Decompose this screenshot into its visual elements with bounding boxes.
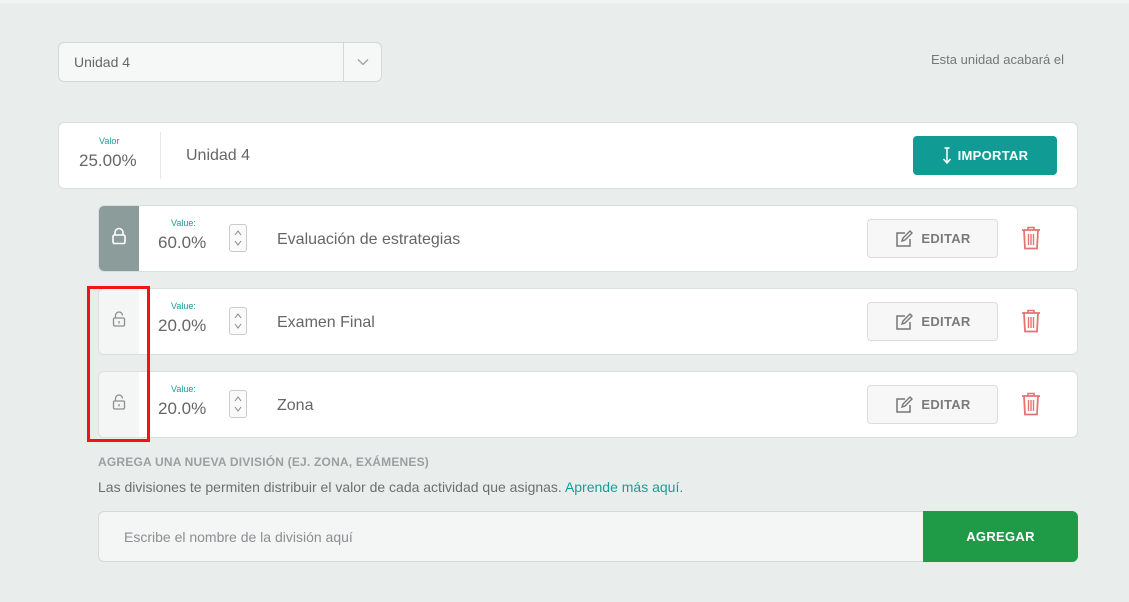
stepper-arrows-icon	[234, 313, 242, 329]
lock-closed-icon	[111, 227, 127, 250]
stepper-arrows-icon	[234, 230, 242, 246]
unit-select[interactable]: Unidad 4	[58, 42, 382, 82]
stepper-arrows-icon	[234, 396, 242, 412]
division-lock-toggle[interactable]	[99, 206, 139, 271]
add-division-button[interactable]: AGREGAR	[923, 511, 1078, 562]
edit-button-label: EDITAR	[921, 397, 971, 412]
edit-button[interactable]: EDITAR	[867, 219, 998, 258]
division-value: 20.0%	[158, 316, 207, 335]
division-row-examen-final: Value: 20.0% Examen Final EDITAR	[98, 288, 1078, 355]
trash-icon[interactable]	[1021, 392, 1041, 421]
division-value: 60.0%	[158, 233, 207, 252]
division-name: Zona	[277, 397, 314, 414]
import-button-label: IMPORTAR	[957, 148, 1029, 163]
division-value-label: Value:	[171, 384, 196, 394]
trash-icon[interactable]	[1021, 226, 1041, 255]
unit-card: Valor 25.00% Unidad 4 IMPORTAR	[58, 122, 1078, 189]
import-button[interactable]: IMPORTAR	[913, 136, 1057, 175]
division-lock-toggle[interactable]	[99, 372, 139, 437]
unit-value: 25.00%	[79, 151, 137, 170]
division-value-label: Value:	[171, 218, 196, 228]
learn-more-link[interactable]: Aprende más aquí.	[565, 479, 683, 495]
pencil-square-icon	[894, 312, 914, 331]
new-division-title: AGREGA UNA NUEVA DIVISIÓN (EJ. ZONA, EXÁ…	[98, 455, 430, 469]
division-lock-toggle[interactable]	[99, 289, 139, 354]
new-division-input[interactable]	[98, 511, 924, 562]
unit-value-divider	[160, 132, 161, 179]
lock-open-icon	[111, 310, 127, 333]
import-arrow-icon	[942, 146, 952, 165]
division-value-label: Value:	[171, 301, 196, 311]
unit-value-label: Valor	[99, 136, 120, 146]
new-division-description-text: Las divisiones te permiten distribuir el…	[98, 479, 562, 495]
division-row-zona: Value: 20.0% Zona EDITAR	[98, 371, 1078, 438]
new-division-description: Las divisiones te permiten distribuir el…	[98, 479, 683, 495]
pencil-square-icon	[894, 229, 914, 248]
unit-select-value: Unidad 4	[74, 54, 131, 70]
division-value: 20.0%	[158, 399, 207, 418]
division-name: Evaluación de estrategias	[277, 231, 461, 248]
top-divider	[0, 0, 1129, 3]
pencil-square-icon	[894, 395, 914, 414]
unit-name: Unidad 4	[186, 147, 251, 164]
lock-open-icon	[111, 393, 127, 416]
trash-icon[interactable]	[1021, 309, 1041, 338]
value-stepper[interactable]	[229, 224, 247, 252]
edit-button-label: EDITAR	[921, 314, 971, 329]
unit-end-note: Esta unidad acabará el	[931, 52, 1064, 67]
edit-button[interactable]: EDITAR	[867, 385, 998, 424]
division-name: Examen Final	[277, 314, 375, 331]
edit-button-label: EDITAR	[921, 231, 971, 246]
value-stepper[interactable]	[229, 390, 247, 418]
edit-button[interactable]: EDITAR	[867, 302, 998, 341]
chevron-down-icon[interactable]	[343, 43, 381, 81]
value-stepper[interactable]	[229, 307, 247, 335]
division-row-evaluacion: Value: 60.0% Evaluación de estrategias E…	[98, 205, 1078, 272]
